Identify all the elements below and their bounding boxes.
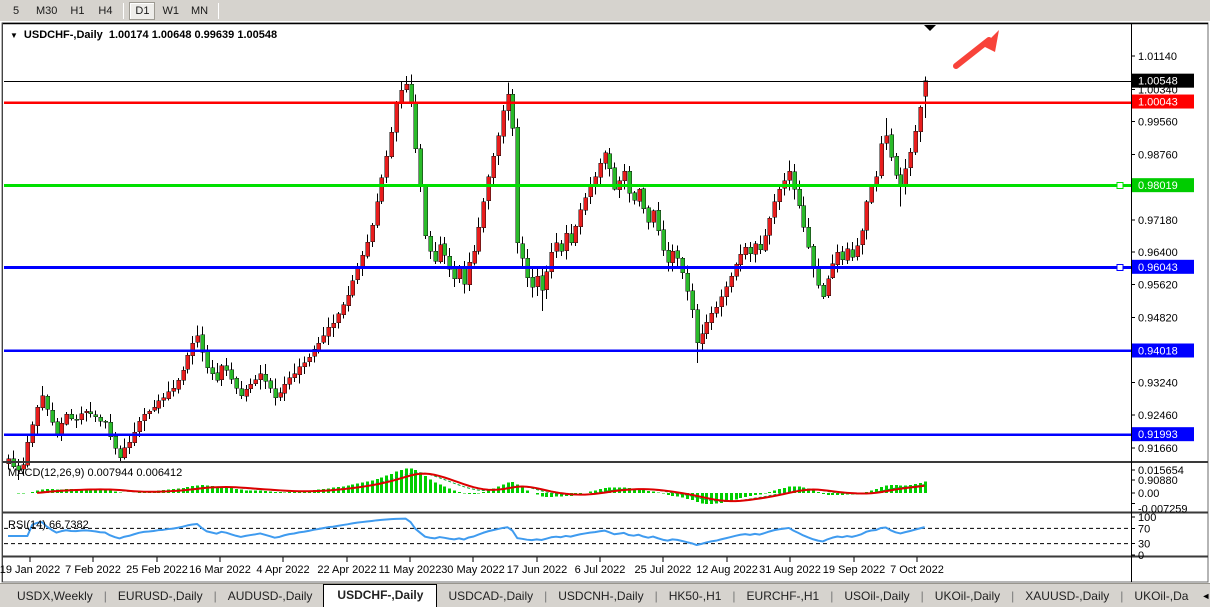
price-label-box	[1132, 343, 1194, 357]
price-chart-canvas[interactable]: 1.011401.003400.995600.987600.979600.971…	[0, 22, 1210, 584]
timeframe-toolbar: 5M30H1H4 D1W1MN	[0, 0, 1210, 22]
timeframe-button-m30[interactable]: M30	[31, 2, 62, 20]
timeframe-button-mn[interactable]: MN	[186, 2, 213, 20]
rsi-indicator-label: RSI(14) 66.7382	[8, 519, 89, 531]
chart-tab-usoil-daily[interactable]: USOil-,Daily	[833, 586, 920, 607]
collapse-triangle-icon[interactable]: ▼	[10, 31, 18, 40]
toolbar-separator	[218, 3, 219, 19]
chart-tab-usdcnh-daily[interactable]: USDCNH-,Daily	[547, 586, 654, 607]
price-label-box	[1132, 95, 1194, 109]
chart-tab-eurusd-daily[interactable]: EURUSD-,Daily	[107, 586, 214, 607]
price-label-box	[1132, 427, 1194, 441]
tab-scroll-left-icon[interactable]: ◄	[1201, 591, 1210, 601]
timeframe-button-w1[interactable]: W1	[157, 2, 184, 20]
chart-tab-hk50-h1[interactable]: HK50-,H1	[658, 586, 733, 607]
chart-tab-usdchf-daily[interactable]: USDCHF-,Daily	[323, 584, 437, 607]
toolbar-separator	[123, 3, 124, 19]
chart-tab-usdcad-daily[interactable]: USDCAD-,Daily	[437, 586, 544, 607]
timeframe-button-h1[interactable]: H1	[64, 2, 90, 20]
chart-window[interactable]: 1.011401.003400.995600.987600.979600.971…	[0, 22, 1210, 584]
tab-scroll-controls: ◄►	[1199, 587, 1210, 607]
chart-tab-audusd-daily[interactable]: AUDUSD-,Daily	[217, 586, 324, 607]
price-label-box	[1132, 74, 1194, 88]
macd-indicator-label: MACD(12,26,9) 0.007944 0.006412	[8, 467, 182, 479]
chart-tab-usdx-weekly[interactable]: USDX,Weekly	[6, 586, 104, 607]
price-label-box	[1132, 260, 1194, 274]
chart-title: ▼ USDCHF-,Daily 1.00174 1.00648 0.99639 …	[10, 29, 277, 41]
chart-tab-eurchf-h1[interactable]: EURCHF-,H1	[736, 586, 831, 607]
chart-tab-ukoil-daily[interactable]: UKOil-,Daily	[924, 586, 1011, 607]
timeframe-button-d1[interactable]: D1	[129, 2, 155, 20]
line-handle[interactable]	[1117, 183, 1123, 189]
chart-tab-ukoil-da[interactable]: UKOil-,Da	[1123, 586, 1199, 607]
timeframe-button-h4[interactable]: H4	[92, 2, 118, 20]
price-label-box	[1132, 178, 1194, 192]
chart-tab-xauusd-daily[interactable]: XAUUSD-,Daily	[1014, 586, 1120, 607]
timeframe-button-5[interactable]: 5	[3, 2, 29, 20]
chart-title-text: USDCHF-,Daily 1.00174 1.00648 0.99639 1.…	[24, 29, 277, 41]
line-handle[interactable]	[1117, 265, 1123, 271]
chart-tabbar: USDX,Weekly|EURUSD-,Daily|AUDUSD-,DailyU…	[0, 583, 1210, 607]
